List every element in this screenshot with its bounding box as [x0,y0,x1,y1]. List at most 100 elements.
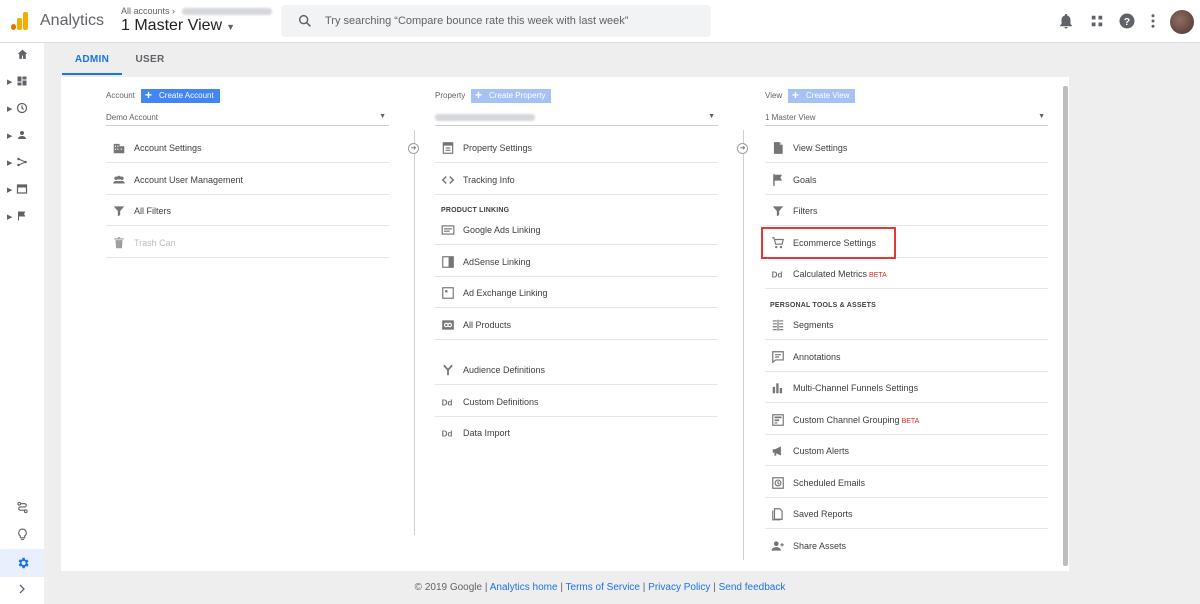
all-filters-label: All Filters [134,206,172,216]
nav-attribution[interactable] [0,496,44,522]
all-accounts-label[interactable]: All accounts [121,6,170,16]
account-selector[interactable]: Demo Account ▼ [106,110,389,126]
nav-behavior[interactable]: ▶ [0,178,44,204]
nav-admin[interactable] [0,549,44,577]
user-avatar[interactable] [1170,10,1194,34]
flag-icon [773,174,783,186]
calculated-metrics-label: Calculated Metrics BETA [793,269,887,279]
nav-conversions[interactable]: ▶ [0,205,44,231]
goals-item[interactable]: Goals [765,165,1048,195]
custom-channel-grouping-text: Custom Channel Grouping [793,415,900,425]
view-selector[interactable]: 1 Master View ▼ [121,17,235,35]
search-bar[interactable] [281,5,711,37]
property-label: Property [435,91,466,100]
comment-icon [772,351,784,364]
ad-exchange-linking-item[interactable]: Ad Exchange Linking [435,278,718,308]
filter-icon [772,206,784,217]
view-selector-label[interactable]: 1 Master View [121,17,222,34]
tracking-info-item[interactable]: Tracking Info [435,165,718,195]
multi-channel-funnels-item[interactable]: Multi-Channel Funnels Settings [765,373,1048,403]
saved-reports-item[interactable]: Saved Reports [765,499,1048,529]
audience-definitions-label: Audience Definitions [463,365,546,375]
filters-item[interactable]: Filters [765,196,1048,226]
adsense-linking-item[interactable]: AdSense Linking [435,247,718,277]
account-settings-item[interactable]: Account Settings [106,133,389,163]
nav-realtime[interactable]: ▶ [0,97,44,123]
search-input[interactable] [325,5,705,37]
bell-icon[interactable] [1057,12,1075,30]
saved-reports-label: Saved Reports [793,509,853,519]
app-title[interactable]: Analytics [40,12,104,30]
more-vert-icon[interactable] [1144,12,1162,30]
annotations-item[interactable]: Annotations [765,342,1048,372]
create-property-button[interactable]: + Create Property [471,88,552,103]
all-filters-item[interactable]: All Filters [106,196,389,226]
acquisition-icon [17,157,27,167]
share-assets-item[interactable]: Share Assets [765,531,1048,561]
nav-audience[interactable]: ▶ [0,124,44,150]
data-import-item[interactable]: Dd Data Import [435,418,718,448]
nav-discover[interactable] [0,523,44,549]
audience-definitions-item[interactable]: Audience Definitions [435,355,718,385]
account-user-management-item[interactable]: Account User Management [106,165,389,195]
custom-alerts-item[interactable]: Custom Alerts [765,436,1048,466]
footer-separator: | [713,582,716,593]
segments-icon [772,319,784,331]
segments-item[interactable]: Segments [765,310,1048,340]
calculated-metrics-item[interactable]: Dd Calculated Metrics BETA [765,259,1048,289]
apps-grid-icon[interactable] [1088,12,1106,30]
svg-text:Dd: Dd [772,271,783,280]
all-products-item[interactable]: All Products [435,310,718,340]
behavior-icon [16,184,28,194]
analytics-home-link[interactable]: Analytics home [490,582,558,593]
custom-channel-grouping-item[interactable]: Custom Channel Grouping BETA [765,405,1048,435]
account-settings-label: Account Settings [134,143,202,153]
lightbulb-icon [18,528,27,540]
help-icon[interactable]: ? [1118,12,1136,30]
document-icon [773,142,783,154]
person-add-icon [771,541,784,551]
expand-arrow-icon: ▶ [7,214,13,221]
account-selector-value: Demo Account [106,113,159,122]
property-selector[interactable]: ▼ [435,110,718,126]
building-icon [113,143,125,154]
privacy-policy-link[interactable]: Privacy Policy [648,582,710,593]
custom-definitions-item[interactable]: Dd Custom Definitions [435,387,718,417]
send-feedback-link[interactable]: Send feedback [719,582,786,593]
route-icon [17,501,28,514]
view-dropdown[interactable]: 1 Master View ▼ [765,110,1048,126]
plus-icon: + [145,88,153,102]
google-ads-linking-item[interactable]: Google Ads Linking [435,215,718,245]
arrow-right-icon: ➜ [408,143,419,154]
caret-down-icon: ▼ [708,113,715,120]
analytics-logo-icon[interactable] [11,12,29,30]
filters-label: Filters [793,206,818,216]
scheduled-emails-item[interactable]: Scheduled Emails [765,468,1048,498]
flag-icon [18,211,26,221]
nav-acquisition[interactable]: ▶ [0,151,44,177]
share-assets-label: Share Assets [793,541,847,551]
svg-text:Dd: Dd [442,430,453,439]
property-settings-item[interactable]: Property Settings [435,133,718,163]
expand-arrow-icon: ▶ [7,133,13,140]
tab-user[interactable]: USER [128,54,172,65]
tab-admin[interactable]: ADMIN [62,54,122,65]
chevron-right-icon: › [172,6,176,16]
view-settings-item[interactable]: View Settings [765,133,1048,163]
create-account-label: Create Account [159,91,214,100]
trash-can-label: Trash Can [134,238,176,248]
scrollbar[interactable] [1063,86,1068,566]
create-view-button[interactable]: + Create View [788,88,856,103]
goals-label: Goals [793,175,817,185]
expand-arrow-icon: ▶ [7,106,13,113]
ad-exchange-linking-label: Ad Exchange Linking [463,288,548,298]
create-account-button[interactable]: + Create Account [141,88,220,103]
svg-text:Dd: Dd [442,399,453,408]
nav-home[interactable] [0,43,44,69]
trash-can-item[interactable]: Trash Can [106,228,389,258]
nav-customization[interactable]: ▶ [0,70,44,96]
segments-label: Segments [793,320,834,330]
breadcrumb-all-accounts[interactable]: All accounts › [121,6,272,16]
personal-tools-heading: PERSONAL TOOLS & ASSETS [770,302,876,309]
terms-of-service-link[interactable]: Terms of Service [566,582,640,593]
